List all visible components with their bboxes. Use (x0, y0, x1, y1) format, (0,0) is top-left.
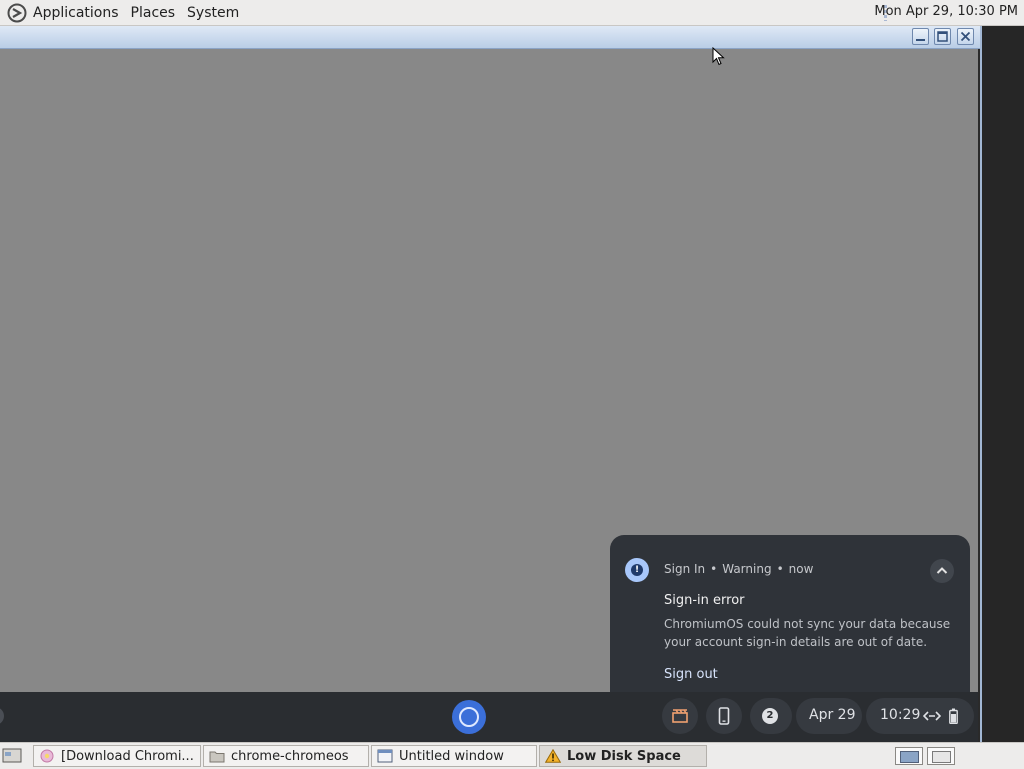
maximize-button[interactable] (934, 28, 951, 45)
warning-triangle-icon (545, 749, 561, 763)
notification-title: Sign-in error (664, 593, 745, 608)
phone-icon (718, 707, 730, 725)
taskbar-item-label: Untitled window (399, 748, 504, 764)
phone-hub-button[interactable] (706, 698, 742, 734)
chevron-up-icon (936, 567, 948, 574)
taskbar-item-label: [Download Chromi... (61, 748, 194, 764)
shelf-date: Apr 29 (809, 707, 856, 723)
browser-icon (40, 749, 54, 763)
taskbar-item-untitled-window[interactable]: Untitled window (371, 745, 537, 767)
bottom-taskbar: [Download Chromi... chrome-chromeos Unti… (0, 742, 1024, 769)
show-desktop-button[interactable] (2, 747, 22, 765)
taskbar-item-download-chromium[interactable]: [Download Chromi... (33, 745, 201, 767)
warning-circle-icon: ! (625, 558, 649, 582)
network-ethernet-icon (923, 711, 941, 721)
launcher-button[interactable] (0, 707, 4, 725)
taskbar-item-low-disk-space[interactable]: Low Disk Space (539, 745, 707, 767)
maximize-icon (937, 31, 948, 42)
minimize-icon (916, 39, 925, 41)
notification-counter-button[interactable]: 2 (750, 698, 792, 734)
close-icon (960, 31, 971, 42)
close-window-button[interactable] (957, 28, 974, 45)
system-tray-button[interactable]: 10:29 (866, 698, 974, 734)
menu-system[interactable]: System (187, 5, 239, 21)
app-window: ! Sign In • Warning • now Sign-in error Chro… (0, 26, 982, 742)
workspace-1[interactable] (895, 747, 923, 765)
gnome-foot-icon[interactable] (7, 3, 27, 23)
mouse-cursor-icon (712, 47, 725, 66)
notification-message: ChromiumOS could not sync your data beca… (664, 617, 951, 649)
sign-out-button[interactable]: Sign out (664, 667, 718, 682)
window-icon (377, 749, 393, 763)
collapse-notification-button[interactable] (930, 559, 954, 583)
notification-header: Sign In • Warning • now (664, 562, 814, 576)
notification-count: 2 (762, 708, 778, 724)
show-desktop-icon (2, 748, 22, 763)
screen-capture-button[interactable] (662, 698, 698, 734)
minimize-button[interactable] (912, 28, 929, 45)
desktop-edge (982, 26, 1024, 742)
calendar-date-button[interactable]: Apr 29 (796, 698, 862, 734)
window-titlebar[interactable] (0, 26, 980, 49)
battery-icon (949, 708, 958, 724)
notification-time: now (788, 562, 814, 576)
workspace-2[interactable] (927, 747, 955, 765)
notification-source: Sign In (664, 562, 706, 576)
taskbar-item-label: Low Disk Space (567, 748, 681, 764)
taskbar-item-label: chrome-chromeos (231, 748, 349, 764)
shelf-time: 10:29 (880, 707, 921, 723)
notification-popup[interactable]: ! Sign In • Warning • now Sign-in error Chro… (610, 535, 970, 709)
notification-severity: Warning (722, 562, 772, 576)
panel-clock[interactable]: Mon Apr 29, 10:30 PM (874, 4, 1018, 19)
chromium-app-icon[interactable] (452, 700, 486, 734)
chromeos-shelf: 2 Apr 29 10:29 (0, 692, 978, 742)
menu-places[interactable]: Places (131, 5, 176, 21)
top-panel: Applications Places System Mon Apr 29, 1… (0, 0, 1024, 26)
clapperboard-icon (672, 709, 688, 723)
menu-applications[interactable]: Applications (33, 5, 119, 21)
taskbar-item-chrome-chromeos[interactable]: chrome-chromeos (203, 745, 369, 767)
folder-icon (209, 751, 225, 763)
